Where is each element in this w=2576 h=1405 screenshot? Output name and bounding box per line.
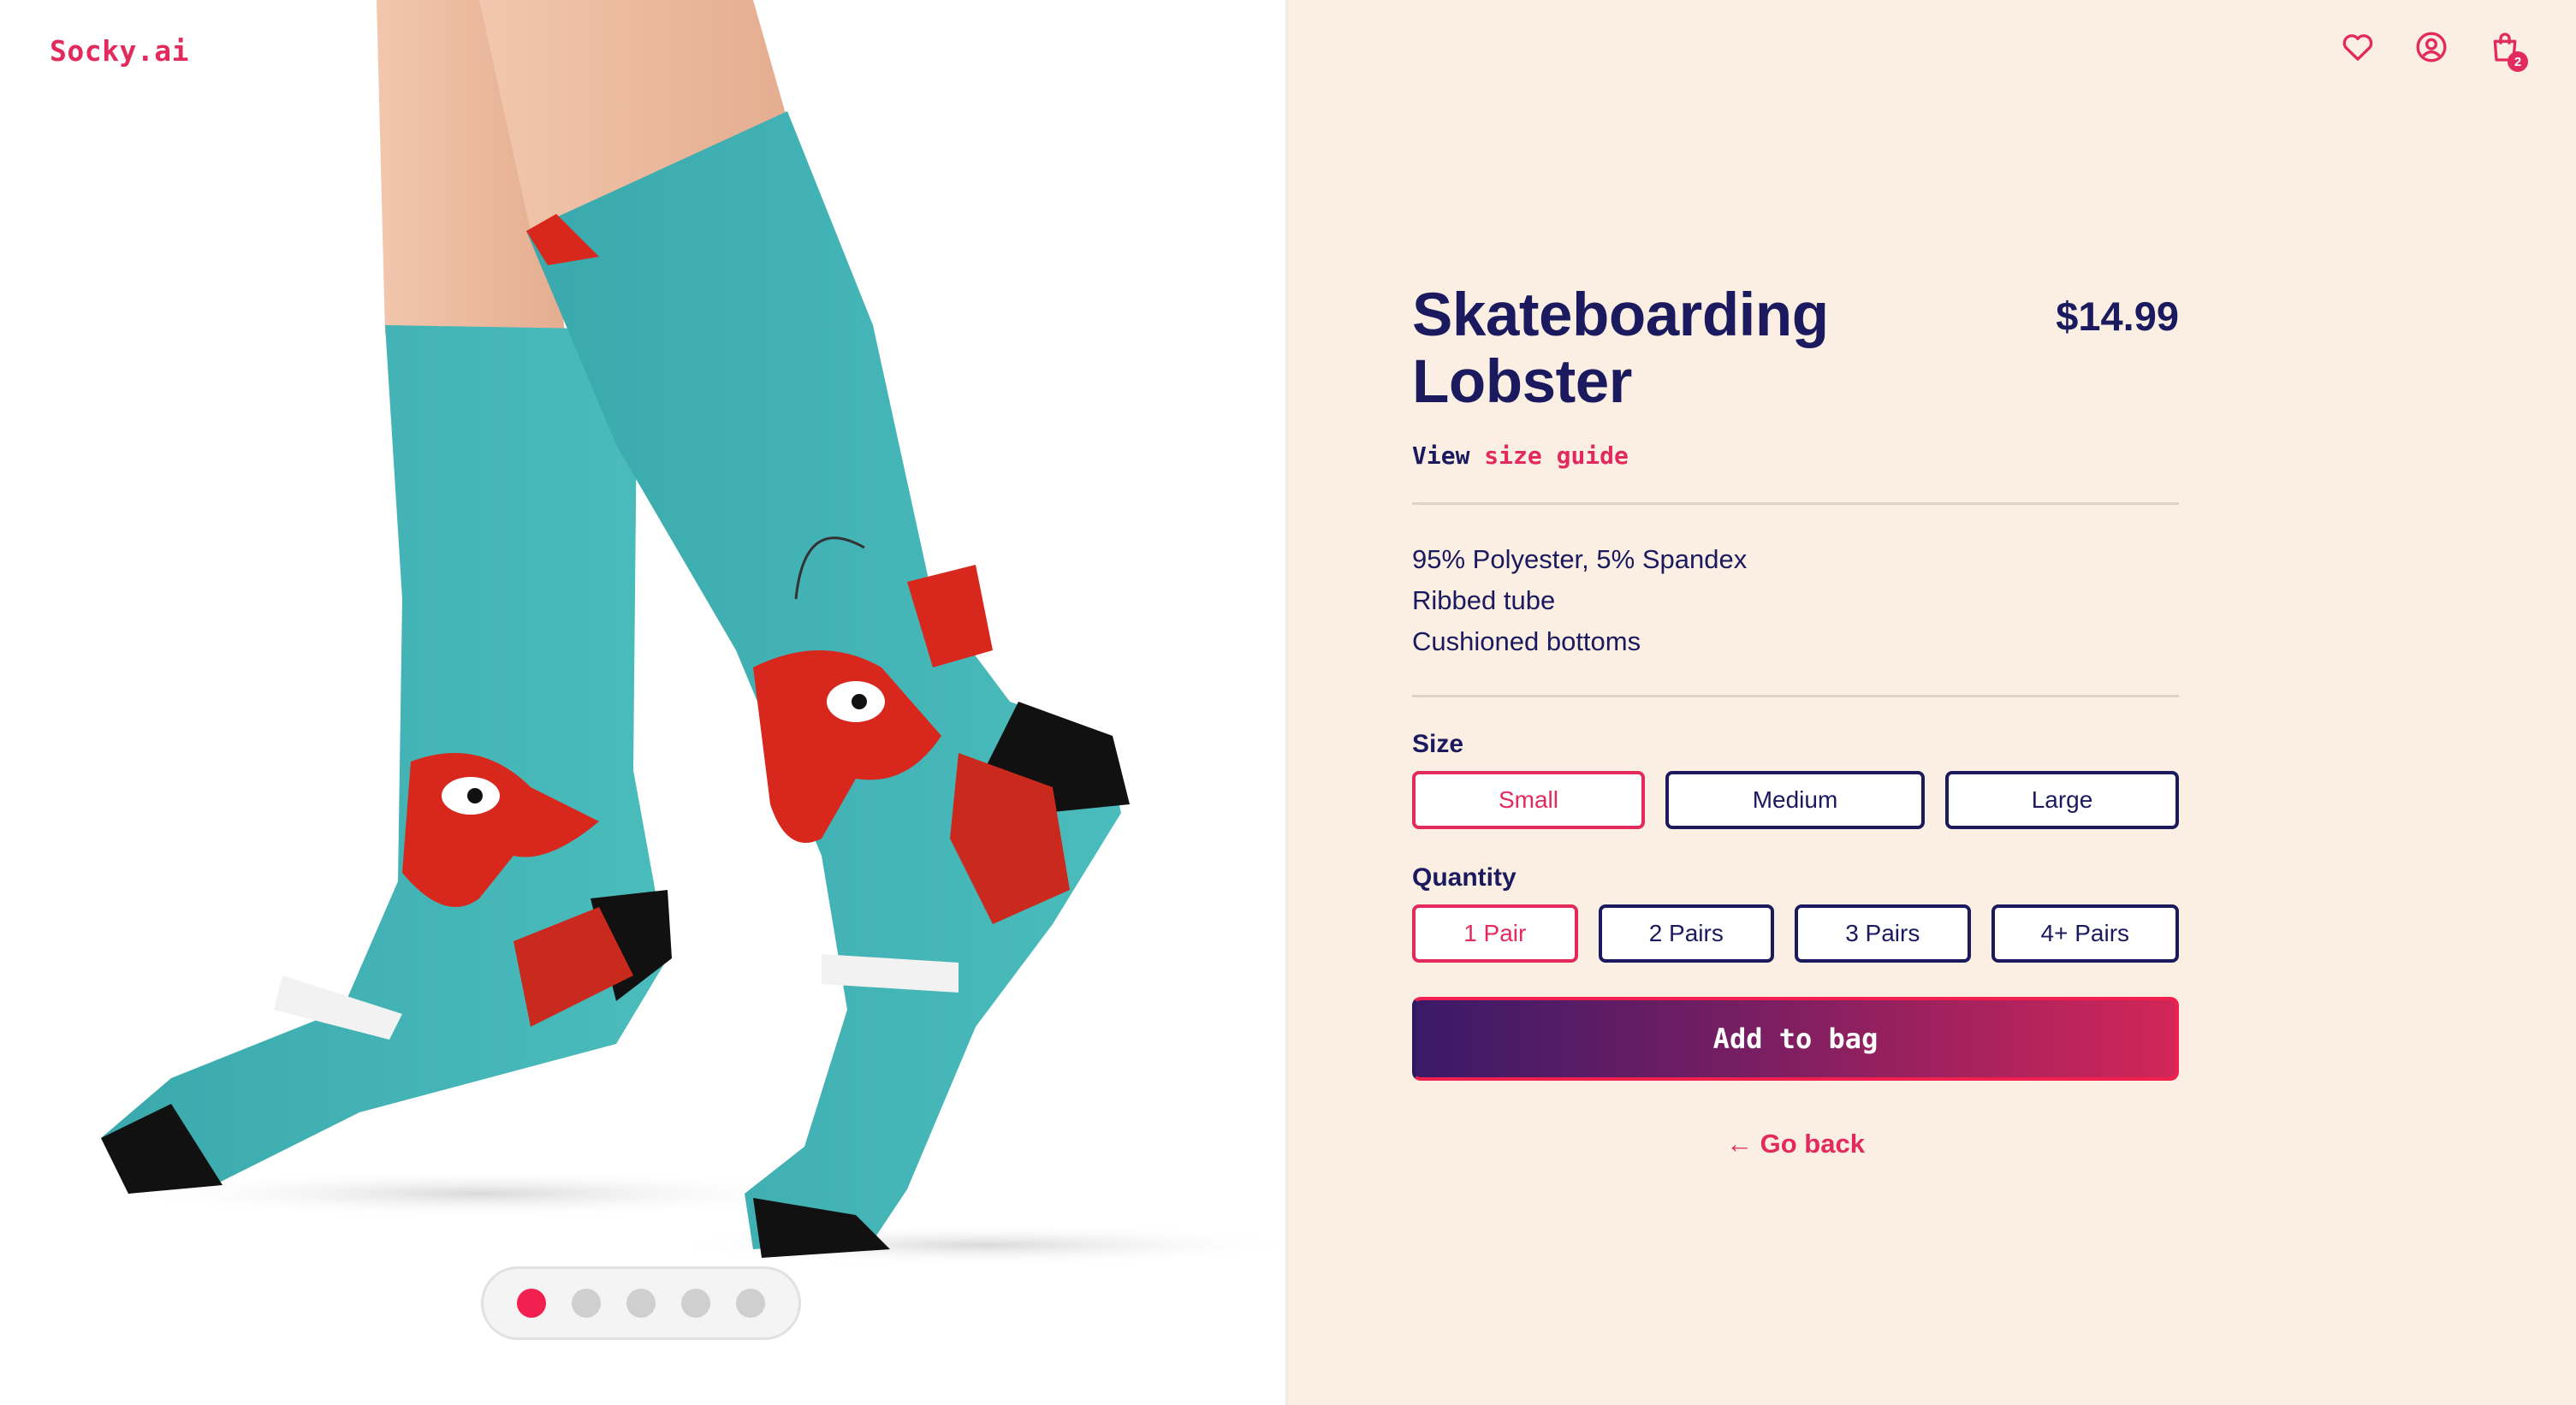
quantity-option-1-pair[interactable]: 1 Pair (1412, 904, 1578, 963)
spec-bottoms: Cushioned bottoms (1412, 626, 1641, 657)
add-to-bag-button[interactable]: Add to bag (1412, 997, 2179, 1082)
carousel-dot-3[interactable] (626, 1289, 656, 1318)
size-option-small[interactable]: Small (1412, 771, 1645, 830)
heart-icon (2342, 34, 2373, 61)
wishlist-button[interactable] (2340, 29, 2376, 65)
image-carousel-pager (481, 1266, 801, 1340)
brand-logo[interactable]: Socky.ai (50, 34, 189, 68)
size-label: Size (1412, 730, 1464, 759)
header-icons: 2 (2340, 29, 2528, 72)
product-photo (101, 0, 1285, 1266)
user-icon (2416, 32, 2447, 62)
quantity-option-3-pairs[interactable]: 3 Pairs (1795, 904, 1971, 963)
carousel-dot-4[interactable] (681, 1289, 710, 1318)
product-details-panel: 2 Skateboarding Lobster $14.99 View size… (1288, 0, 2576, 1405)
account-button[interactable] (2413, 29, 2449, 65)
size-guide-link[interactable]: View size guide (1412, 442, 2179, 470)
quantity-option-4-plus-pairs[interactable]: 4+ Pairs (1991, 904, 2179, 963)
go-back-link[interactable]: ← Go back (1412, 1129, 2179, 1159)
divider-top (1412, 502, 2179, 506)
size-options: Small Medium Large (1412, 771, 2179, 830)
quantity-option-2-pairs[interactable]: 2 Pairs (1598, 904, 1775, 963)
product-price: $14.99 (2056, 293, 2179, 339)
quantity-label: Quantity (1412, 863, 1517, 892)
spec-material: 95% Polyester, 5% Spandex (1412, 544, 1748, 575)
product-title: Skateboarding Lobster (1412, 282, 1829, 417)
carousel-dot-1[interactable] (517, 1289, 546, 1318)
cart-button[interactable]: 2 (2487, 29, 2528, 72)
carousel-dot-2[interactable] (572, 1289, 601, 1318)
product-info: Skateboarding Lobster $14.99 View size g… (1412, 282, 2179, 1159)
product-image-panel: Socky.ai (0, 0, 1285, 1405)
size-guide-prefix: View (1412, 442, 1470, 471)
carousel-dot-5[interactable] (736, 1289, 765, 1318)
cart-count-badge: 2 (2508, 51, 2528, 72)
title-row: Skateboarding Lobster $14.99 (1412, 282, 2179, 416)
size-option-medium[interactable]: Medium (1665, 771, 1925, 830)
divider-bottom (1412, 695, 2179, 698)
product-specs: 95% Polyester, 5% Spandex Ribbed tube Cu… (1412, 539, 2179, 662)
quantity-options: 1 Pair 2 Pairs 3 Pairs 4+ Pairs (1412, 904, 2179, 963)
spec-tube: Ribbed tube (1412, 585, 1556, 616)
size-option-large[interactable]: Large (1945, 771, 2179, 830)
size-guide-link-text[interactable]: size guide (1484, 442, 1629, 470)
